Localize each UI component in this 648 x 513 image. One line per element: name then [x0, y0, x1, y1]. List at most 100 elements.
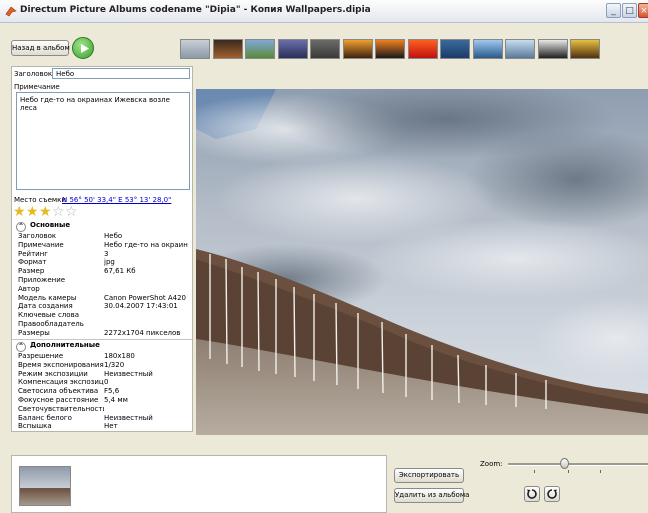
property-row: Разрешение 180x180: [18, 352, 192, 361]
zoom-label: Zoom:: [480, 460, 503, 468]
album-filmstrip: [11, 455, 387, 513]
album-thumbnail[interactable]: [407, 39, 438, 59]
property-row: Время экспонирования 1/320: [18, 361, 192, 370]
property-value: 1/320: [104, 360, 125, 369]
property-value: Небо где-то на окраин: [104, 240, 188, 249]
play-icon: [81, 44, 89, 53]
property-key: Разрешение: [18, 352, 64, 360]
star-empty-icon[interactable]: ☆: [65, 205, 78, 219]
collapse-icon[interactable]: ^: [16, 222, 26, 232]
property-value: 67,61 Кб: [104, 267, 136, 276]
property-row: Формат jpg: [18, 258, 192, 267]
rotate-right-button[interactable]: [544, 486, 560, 502]
property-row: Модель камеры Canon PowerShot A420: [18, 294, 192, 303]
property-row: Светочувствительность: [18, 405, 192, 414]
maximize-icon[interactable]: □: [622, 3, 637, 18]
main-photo: [196, 89, 648, 435]
property-key: Размер: [18, 267, 45, 276]
property-row: Баланс белого Неизвестный: [18, 414, 192, 423]
title-input[interactable]: Небо: [52, 68, 190, 79]
album-thumbnail[interactable]: [537, 39, 568, 59]
rotate-left-button[interactable]: [524, 486, 540, 502]
album-thumbnail[interactable]: [440, 39, 470, 59]
property-value: 2272x1704 пикселов: [104, 328, 181, 337]
property-row: Фокусное расстояние 5,4 мм: [18, 396, 192, 405]
collapse-icon[interactable]: ^: [16, 342, 26, 352]
property-key: Дата создания: [18, 302, 73, 311]
album-thumbnail[interactable]: [472, 39, 503, 59]
property-value: 0: [104, 378, 109, 387]
property-row: Вспышка Нет: [18, 422, 192, 431]
property-row: Светосила объектива F5,6: [18, 387, 192, 396]
property-key: Размеры: [18, 328, 50, 337]
property-row: Заголовок Небо: [18, 232, 192, 241]
property-key: Рейтинг: [18, 249, 48, 258]
property-key: Модель камеры: [18, 293, 77, 302]
album-thumbnail[interactable]: [342, 39, 373, 59]
property-value: Небо: [104, 232, 123, 240]
property-key: Ключевые слова: [18, 311, 79, 320]
property-value: F5,6: [104, 387, 120, 396]
property-row: Ключевые слова: [18, 311, 192, 320]
app-icon: [5, 6, 17, 17]
property-key: Правообладатель: [18, 320, 84, 328]
details-panel: Заголовок Небо Примечание Небо где-то на…: [11, 66, 193, 432]
back-to-album-button[interactable]: Назад в альбом: [11, 40, 70, 56]
album-thumbnail[interactable]: [310, 39, 340, 59]
zoom-slider-track[interactable]: [508, 463, 648, 466]
star-filled-icon[interactable]: ★: [26, 205, 39, 219]
extra-section-title: Дополнительные: [30, 341, 100, 349]
minimize-icon[interactable]: _: [606, 3, 621, 18]
property-key: Светочувствительность: [18, 404, 104, 413]
album-thumbnail[interactable]: [180, 39, 210, 59]
property-value: Canon PowerShot A420: [104, 293, 187, 302]
window-title: Directum Picture Albums codename "Dipia"…: [20, 5, 371, 15]
property-row: Примечание Небо где-то на окраин: [18, 241, 192, 250]
photo-image: [196, 89, 648, 435]
close-icon[interactable]: ×: [638, 3, 648, 18]
basic-section-title: Основные: [30, 221, 71, 229]
property-row: Приложение: [18, 276, 192, 285]
property-row: Правообладатель: [18, 320, 192, 329]
rotate-right-icon: [547, 489, 557, 499]
location-link[interactable]: N 56° 50' 33,4" E 53° 13' 28,0": [62, 196, 171, 204]
property-value: 180x180: [104, 352, 135, 360]
property-value: Неизвестный: [104, 369, 153, 378]
property-row: Дата создания 30.04.2007 17:43:01: [18, 302, 192, 311]
property-key: Автор: [18, 284, 40, 293]
property-value: 3: [104, 249, 109, 258]
title-bar: Directum Picture Albums codename "Dipia"…: [0, 0, 648, 23]
property-key: Баланс белого: [18, 413, 72, 422]
property-row: Компенсация экспозиции 0: [18, 378, 192, 387]
property-key: Вспышка: [18, 422, 52, 431]
album-thumbnail[interactable]: [212, 39, 243, 59]
remove-from-album-button[interactable]: Удалить из альбома: [394, 488, 469, 503]
album-thumbnail[interactable]: [245, 39, 275, 59]
note-textarea[interactable]: Небо где-то на окраинах Ижевска возле ле…: [16, 92, 190, 190]
album-thumbnail[interactable]: [505, 39, 535, 59]
property-value: Неизвестный: [104, 413, 153, 422]
play-slideshow-button[interactable]: [72, 37, 94, 59]
star-filled-icon[interactable]: ★: [13, 205, 26, 219]
rotate-left-icon: [527, 489, 537, 499]
title-label: Заголовок: [14, 70, 53, 78]
extra-section-header[interactable]: ^ Дополнительные: [14, 341, 190, 352]
property-key: Светосила объектива: [18, 387, 99, 396]
section-divider: [12, 339, 192, 340]
property-row: Размер 67,61 Кб: [18, 267, 192, 276]
property-key: Формат: [18, 258, 47, 267]
album-thumbnail[interactable]: [375, 39, 405, 59]
basic-section-header[interactable]: ^ Основные: [14, 221, 190, 232]
star-filled-icon[interactable]: ★: [39, 205, 52, 219]
property-key: Приложение: [18, 276, 66, 284]
zoom-tick: [600, 470, 601, 473]
star-empty-icon[interactable]: ☆: [52, 205, 65, 219]
property-row: Режим экспозиции Неизвестный: [18, 370, 192, 379]
export-button[interactable]: Экспортировать: [394, 468, 464, 483]
property-value: Нет: [104, 422, 118, 431]
zoom-slider-thumb[interactable]: [559, 458, 569, 469]
property-key: Заголовок: [18, 232, 57, 240]
current-thumbnail[interactable]: [19, 466, 71, 506]
album-thumbnail[interactable]: [570, 39, 600, 59]
album-thumbnail[interactable]: [277, 39, 308, 59]
